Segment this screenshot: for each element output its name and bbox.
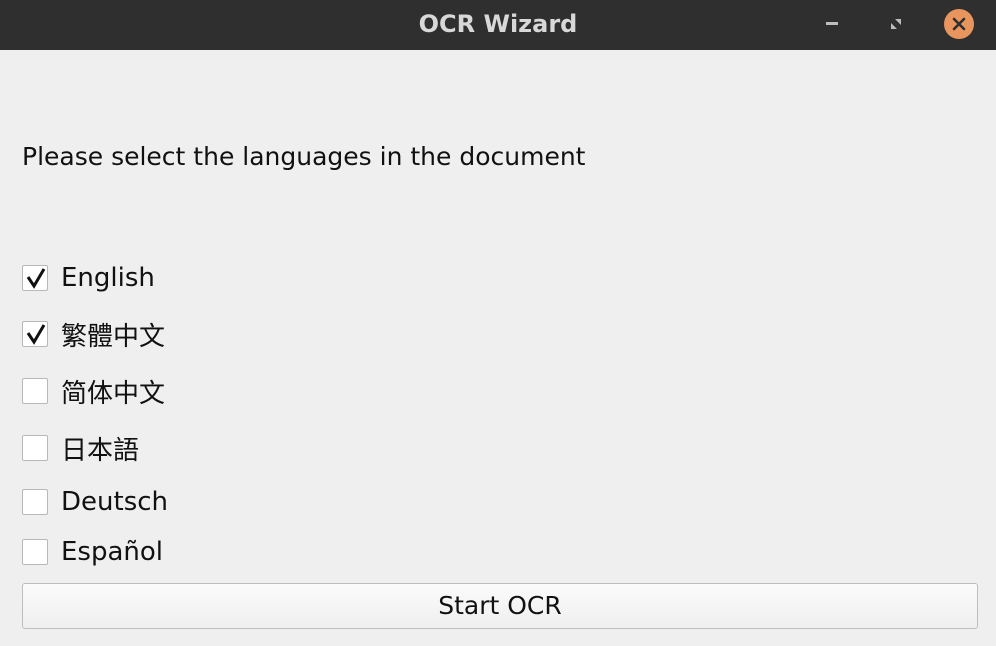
language-checkbox[interactable] bbox=[22, 321, 48, 347]
language-option[interactable]: 繁體中文 bbox=[22, 319, 165, 352]
minimize-icon bbox=[826, 22, 838, 25]
checkmark-icon bbox=[26, 268, 46, 289]
language-label: English bbox=[61, 263, 155, 293]
language-option[interactable]: 日本語 bbox=[22, 433, 139, 466]
language-label: Deutsch bbox=[61, 487, 169, 517]
language-checkbox[interactable] bbox=[22, 265, 48, 291]
language-label: 简体中文 bbox=[61, 378, 166, 409]
language-label: Español bbox=[61, 537, 164, 567]
language-checkbox[interactable] bbox=[22, 378, 48, 404]
ocr-wizard-window: OCR Wizard Please select the languages i… bbox=[0, 0, 996, 646]
language-checkbox[interactable] bbox=[22, 539, 48, 565]
checkmark-icon bbox=[26, 324, 46, 345]
language-checkbox[interactable] bbox=[22, 435, 48, 461]
restore-icon bbox=[891, 19, 901, 29]
language-option[interactable]: Deutsch bbox=[22, 487, 168, 517]
language-label: 日本語 bbox=[61, 435, 140, 466]
minimize-button[interactable] bbox=[817, 9, 847, 39]
language-option[interactable]: 简体中文 bbox=[22, 376, 165, 409]
language-option[interactable]: English bbox=[22, 263, 155, 293]
start-ocr-button[interactable]: Start OCR bbox=[22, 583, 978, 629]
maximize-button[interactable] bbox=[881, 9, 911, 39]
close-icon bbox=[952, 17, 966, 31]
instruction-text: Please select the languages in the docum… bbox=[22, 142, 586, 171]
language-option[interactable]: Español bbox=[22, 537, 163, 567]
close-button[interactable] bbox=[944, 9, 974, 39]
language-label: 繁體中文 bbox=[61, 321, 166, 352]
title-bar[interactable]: OCR Wizard bbox=[0, 0, 996, 50]
language-checkbox[interactable] bbox=[22, 489, 48, 515]
